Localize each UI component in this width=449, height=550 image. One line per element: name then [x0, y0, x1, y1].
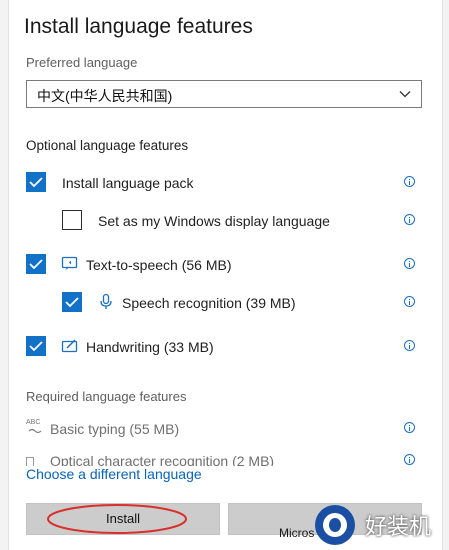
dialog-title: Install language features	[24, 15, 253, 38]
display-language-label: Set as my Windows display language	[98, 213, 330, 229]
feature-row-language-pack: Install language pack	[0, 167, 449, 197]
watermark-brand: 好装机	[365, 514, 432, 539]
check-icon	[65, 297, 79, 308]
preferred-language-value: 中文(中华人民共和国)	[37, 88, 173, 104]
required-features-header: Required language features	[26, 389, 187, 404]
text-to-speech-checkbox[interactable]	[26, 254, 46, 274]
info-icon[interactable]	[404, 214, 415, 225]
ocr-icon	[26, 457, 34, 466]
check-icon	[29, 177, 43, 188]
install-language-pack-checkbox[interactable]	[26, 172, 46, 192]
feature-row-speech-recognition: Speech recognition (39 MB)	[0, 287, 449, 317]
microphone-icon	[100, 293, 112, 309]
choose-different-language-link[interactable]: Choose a different language	[26, 466, 202, 482]
ocr-label: Optical character recognition (2 MB)	[50, 453, 275, 466]
watermark-logo-icon	[315, 505, 355, 545]
speech-recognition-checkbox[interactable]	[62, 292, 82, 312]
watermark-ms-text: Micros	[279, 526, 315, 540]
handwriting-checkbox[interactable]	[26, 336, 46, 356]
preferred-language-label: Preferred language	[26, 55, 138, 70]
watermark: Micros 好装机	[279, 500, 449, 550]
handwriting-icon	[61, 339, 78, 353]
preferred-language-dropdown[interactable]: 中文(中华人民共和国)	[26, 80, 422, 108]
info-icon[interactable]	[404, 454, 415, 465]
install-button[interactable]: Install	[26, 503, 220, 535]
text-to-speech-label: Text-to-speech (56 MB)	[86, 257, 232, 273]
info-icon[interactable]	[404, 258, 415, 269]
optional-features-header: Optional language features	[26, 138, 189, 153]
handwriting-label: Handwriting (33 MB)	[86, 339, 214, 355]
info-icon[interactable]	[404, 340, 415, 351]
info-icon[interactable]	[404, 176, 415, 187]
feature-row-display-language: Set as my Windows display language	[0, 205, 449, 235]
feature-row-text-to-speech: Text-to-speech (56 MB)	[0, 249, 449, 279]
speech-recognition-label: Speech recognition (39 MB)	[122, 295, 296, 311]
text-to-speech-icon	[61, 256, 78, 271]
basic-typing-label: Basic typing (55 MB)	[50, 421, 180, 437]
required-row-ocr: Optical character recognition (2 MB)	[0, 452, 449, 466]
chevron-down-icon	[399, 91, 411, 98]
install-language-pack-label: Install language pack	[62, 175, 194, 191]
info-icon[interactable]	[404, 296, 415, 307]
required-row-basic-typing: ABC Basic typing (55 MB)	[0, 413, 449, 443]
info-icon[interactable]	[404, 422, 415, 433]
display-language-checkbox[interactable]	[62, 210, 82, 230]
feature-row-handwriting: Handwriting (33 MB)	[0, 331, 449, 361]
check-icon	[29, 259, 43, 270]
basic-typing-icon: ABC	[26, 419, 44, 437]
check-icon	[29, 341, 43, 352]
